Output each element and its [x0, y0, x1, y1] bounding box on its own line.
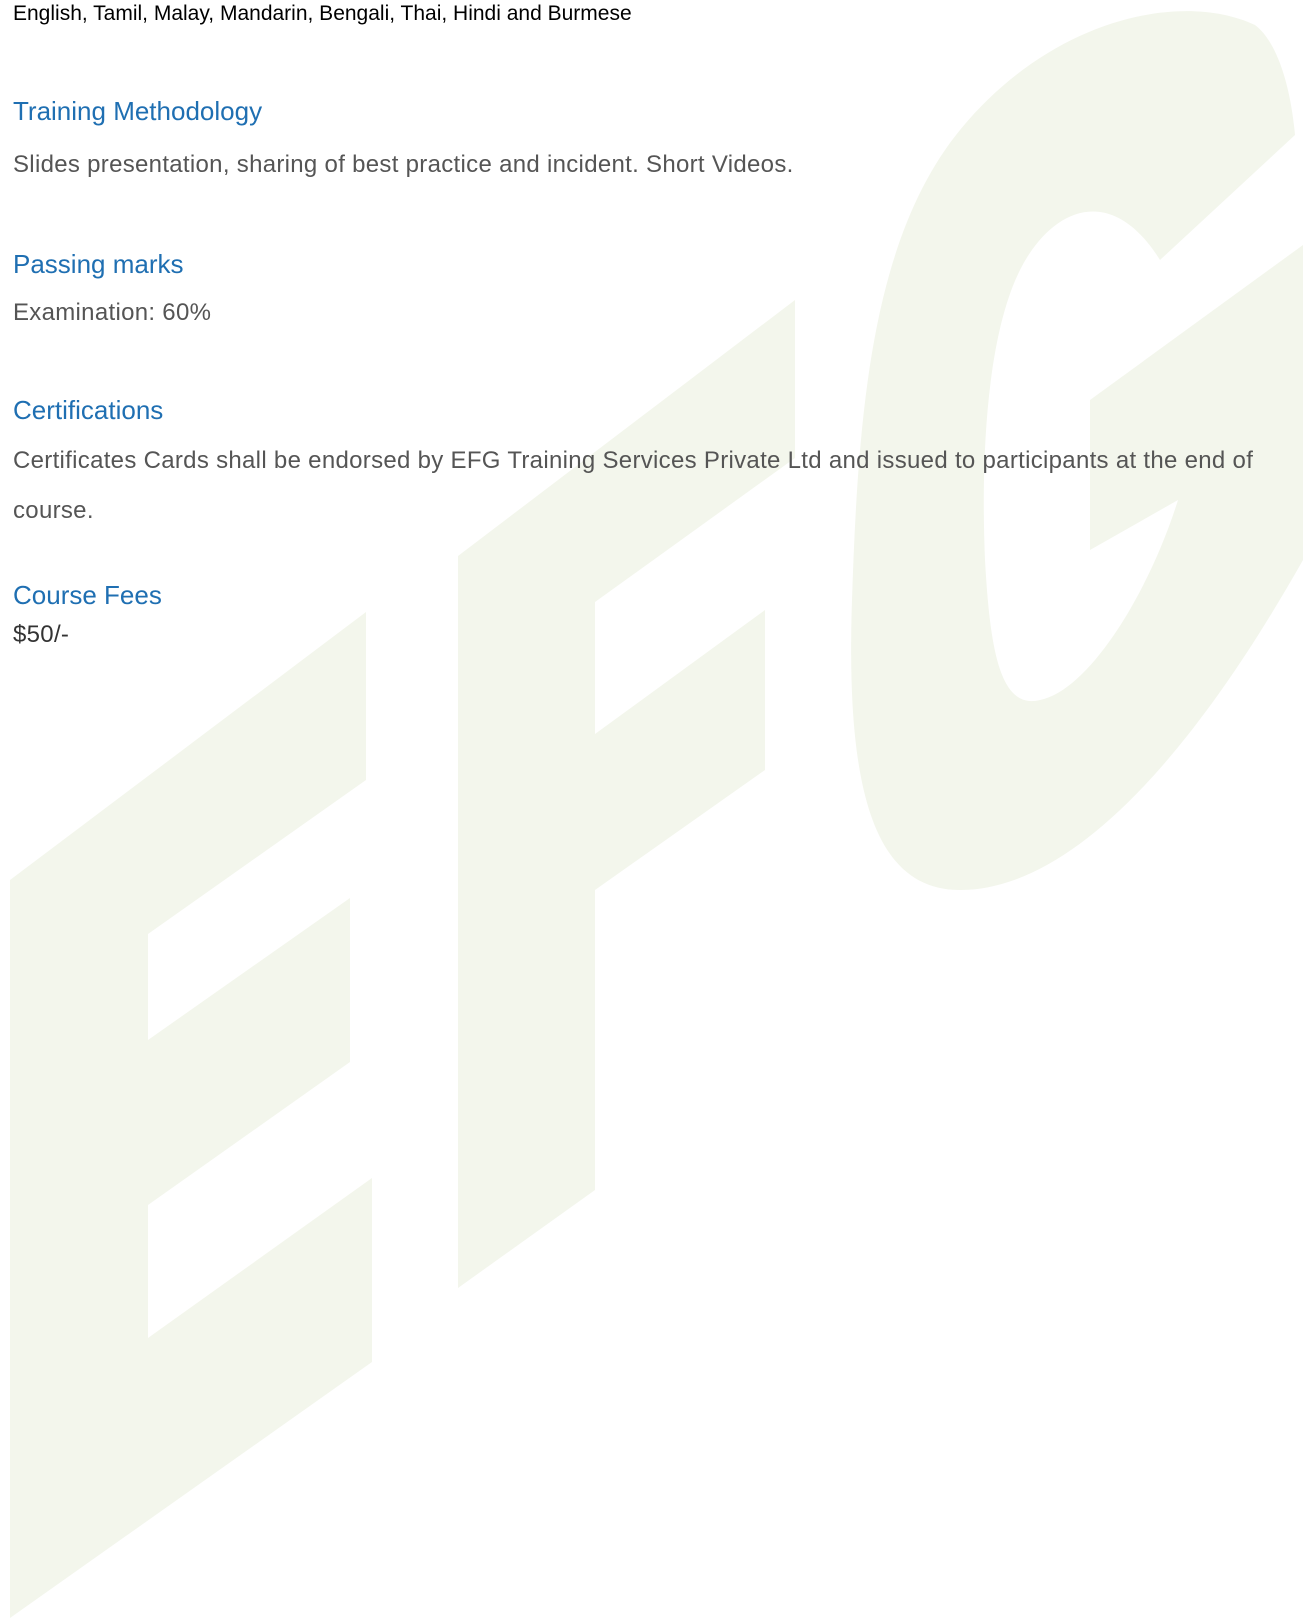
languages-text: English, Tamil, Malay, Mandarin, Bengali… — [13, 2, 632, 25]
efg-watermark-logo — [10, 11, 1303, 1618]
course-fees-text: $50/- — [13, 621, 70, 648]
course-fees-heading: Course Fees — [13, 580, 162, 610]
certifications-text: Certificates Cards shall be endorsed by … — [13, 447, 1254, 524]
watermark-letter-e — [10, 612, 372, 1618]
passing-marks-text: Examination: 60% — [13, 299, 212, 326]
passing-marks-heading: Passing marks — [13, 249, 184, 279]
training-methodology-heading: Training Methodology — [13, 96, 263, 126]
training-methodology-text: Slides presentation, sharing of best pra… — [13, 151, 794, 178]
certifications-heading: Certifications — [13, 395, 164, 425]
